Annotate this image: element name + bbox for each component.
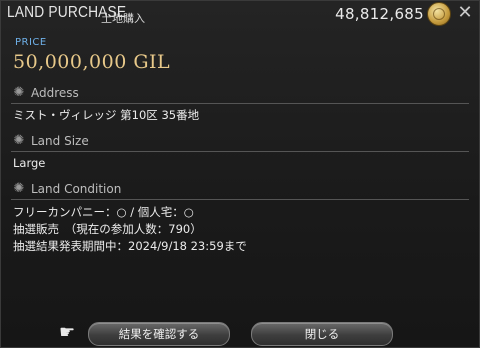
confirm-result-button[interactable]: 結果を確認する [88, 322, 230, 346]
divider [11, 103, 469, 104]
land-condition-line: フリーカンパニー：○ / 個人宅：○ [13, 205, 194, 219]
divider [11, 151, 469, 152]
land-size-label: Land Size [31, 134, 89, 148]
title-bar: LAND PURCHASE 土地購入 48,812,685 ✕ [1, 1, 479, 31]
divider [11, 199, 469, 200]
land-condition-label: Land Condition [31, 182, 122, 196]
close-button[interactable]: 閉じる [251, 322, 393, 346]
close-icon[interactable]: ✕ [455, 3, 475, 23]
gil-balance: 48,812,685 [335, 5, 424, 23]
land-size-value: Large [13, 156, 46, 170]
land-condition-section-header: ✺ Land Condition [1, 182, 479, 200]
sparkle-icon: ✺ [13, 133, 25, 148]
land-condition-line: 抽選結果発表期間中：2024/9/18 23:59まで [13, 239, 247, 253]
address-label: Address [31, 86, 79, 100]
price-label: PRICE [15, 37, 47, 48]
address-value: ミスト・ヴィレッジ 第10区 35番地 [13, 108, 200, 122]
price-value: 50,000,000 GIL [13, 51, 171, 73]
land-condition-line: 抽選販売 （現在の参加人数：790） [13, 222, 202, 236]
window-subtitle: 土地購入 [101, 12, 145, 25]
sparkle-icon: ✺ [13, 85, 25, 100]
land-purchase-window: LAND PURCHASE 土地購入 48,812,685 ✕ PRICE 50… [0, 0, 480, 348]
gil-coin-icon [427, 2, 451, 26]
sparkle-icon: ✺ [13, 181, 25, 196]
land-size-section-header: ✺ Land Size [1, 134, 479, 152]
address-section-header: ✺ Address [1, 86, 479, 104]
hand-pointer-icon: ☛ [59, 322, 76, 343]
